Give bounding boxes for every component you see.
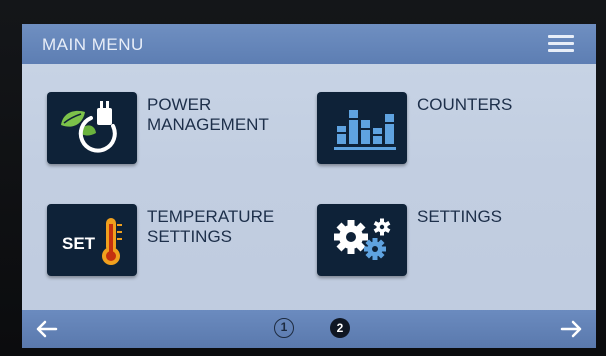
- counters-label: COUNTERS: [417, 95, 513, 114]
- power-management-button[interactable]: POWER MANAGEMENT: [47, 92, 287, 164]
- header-bar: MAIN MENU: [22, 24, 596, 64]
- footer-bar: 1 2: [22, 310, 596, 348]
- arrow-right-icon: [560, 320, 582, 338]
- settings-button[interactable]: SETTINGS: [317, 204, 557, 276]
- prev-page-button[interactable]: [22, 310, 70, 348]
- temperature-settings-button[interactable]: SET TEMPERATURE SETTINGS: [47, 204, 287, 276]
- next-page-button[interactable]: [548, 310, 596, 348]
- settings-label: SETTINGS: [417, 207, 503, 226]
- page-indicator-1[interactable]: 1: [274, 318, 294, 338]
- temperature-settings-label: TEMPERATURE SETTINGS: [147, 207, 275, 246]
- counters-button[interactable]: COUNTERS: [317, 92, 557, 164]
- hamburger-menu-icon[interactable]: [548, 35, 574, 53]
- set-thermometer-icon: SET: [47, 204, 137, 276]
- set-icon-text: SET: [62, 234, 96, 253]
- power-management-label: POWER MANAGEMENT: [147, 95, 269, 134]
- gears-icon: [317, 204, 407, 276]
- arrow-left-icon: [36, 320, 58, 338]
- page-indicator-2[interactable]: 2: [330, 318, 350, 338]
- bar-chart-icon: [317, 92, 407, 164]
- touchscreen: MAIN MENU POWER MANAGEMENT COUNTERS SET …: [22, 24, 596, 348]
- leaf-plug-icon: [47, 92, 137, 164]
- page-title: MAIN MENU: [42, 35, 144, 54]
